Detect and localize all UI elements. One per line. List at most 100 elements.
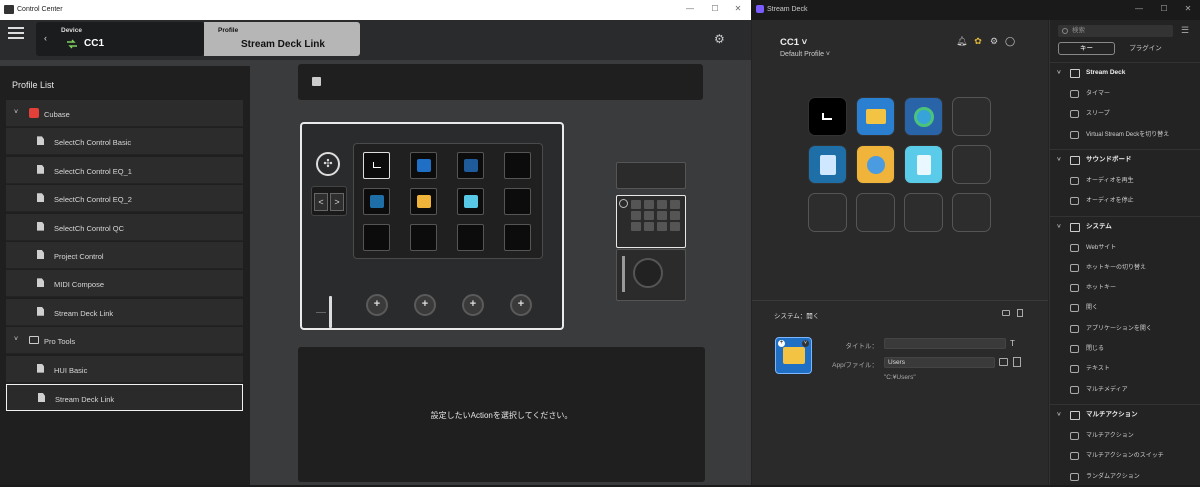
profile-row[interactable]: MIDI Compose (6, 270, 243, 298)
tab-plugins[interactable]: プラグイン (1117, 42, 1174, 55)
gear-icon[interactable]: ⚙ (714, 32, 725, 46)
menu-icon[interactable] (8, 27, 24, 39)
profile-name[interactable]: SelectCh Control EQ_2 (54, 195, 132, 204)
sd-profile-dropdown[interactable]: Default Profile ˅ (780, 51, 830, 58)
sd-action-item[interactable]: アプリケーションを開く (1049, 319, 1200, 339)
sd-key[interactable] (856, 145, 895, 184)
selected-key-icon[interactable]: + ˅ (775, 337, 812, 374)
sd-category[interactable]: ˅ システム (1049, 215, 1200, 237)
profile-row[interactable]: Project Control (6, 242, 243, 269)
nav-right-button[interactable]: > (330, 193, 344, 211)
tab-keys[interactable]: キー (1058, 42, 1115, 55)
device-key[interactable] (457, 188, 484, 215)
device-key[interactable] (410, 224, 437, 251)
device-thumb-mixer[interactable] (616, 162, 686, 189)
chevron-down-icon[interactable]: ˅ (1057, 63, 1061, 83)
sd-key[interactable] (952, 193, 991, 232)
device-key[interactable] (410, 188, 437, 215)
device-key[interactable] (504, 152, 531, 179)
profile-name[interactable]: Stream Deck Link (55, 395, 114, 404)
dropdown-icon[interactable]: ˅ (802, 340, 809, 347)
sd-action-item[interactable]: ホットキーの切り替え (1049, 258, 1200, 278)
maximize-button[interactable]: ☐ (709, 4, 721, 13)
device-thumb-controller[interactable] (616, 249, 686, 301)
profile-row[interactable]: SelectCh Control EQ_2 (6, 185, 243, 213)
app-file-input[interactable]: Users (884, 357, 995, 368)
profile-selector[interactable]: Profile Stream Deck Link (204, 22, 360, 56)
account-icon[interactable]: ◯ (1005, 36, 1015, 46)
sd-action-item[interactable]: マルチメディア (1049, 380, 1200, 400)
sd-maximize-button[interactable]: ☐ (1158, 4, 1170, 13)
sd-action-item[interactable]: テキスト (1049, 359, 1200, 379)
sd-close-button[interactable]: ✕ (1182, 4, 1194, 13)
sd-key[interactable] (808, 97, 847, 136)
device-key[interactable] (504, 224, 531, 251)
sd-search-input[interactable]: 検索 (1058, 25, 1173, 37)
sd-key[interactable] (904, 145, 943, 184)
plus-icon[interactable]: + (778, 340, 785, 347)
sd-key[interactable] (808, 145, 847, 184)
sd-action-item[interactable]: マルチアクションのスイッチ (1049, 446, 1200, 466)
profile-row[interactable]: ˅ Cubase (6, 100, 243, 127)
sd-key[interactable] (856, 193, 895, 232)
device-key[interactable] (504, 188, 531, 215)
profile-row[interactable]: Stream Deck Link (6, 298, 243, 326)
profile-name[interactable]: SelectCh Control QC (54, 224, 124, 233)
profile-name[interactable]: Project Control (54, 252, 104, 261)
sd-key[interactable] (808, 193, 847, 232)
profile-row[interactable]: SelectCh Control QC (6, 213, 243, 241)
device-key[interactable] (457, 152, 484, 179)
sd-action-item[interactable]: 開く (1049, 298, 1200, 318)
sd-action-item[interactable]: マルチアクション (1049, 426, 1200, 446)
chevron-down-icon[interactable]: ˅ (1057, 217, 1061, 237)
profile-name[interactable]: Cubase (44, 110, 70, 119)
device-key[interactable] (363, 152, 390, 179)
sd-action-item[interactable]: オーディオを再生 (1049, 171, 1200, 191)
profile-name[interactable]: HUI Basic (54, 366, 87, 375)
device-thumb-streamdeck[interactable] (616, 195, 686, 248)
sd-key[interactable] (904, 97, 943, 136)
profile-name[interactable]: Pro Tools (44, 337, 75, 346)
sd-category[interactable]: ˅ マルチアクション (1049, 403, 1200, 425)
marketplace-icon[interactable]: ✿ (973, 36, 983, 46)
sd-key[interactable] (856, 97, 895, 136)
sd-action-item[interactable]: タイマー (1049, 84, 1200, 104)
device-key[interactable] (363, 224, 390, 251)
profile-row[interactable]: HUI Basic (6, 355, 243, 383)
sd-action-item[interactable]: 閉じる (1049, 339, 1200, 359)
nav-left-button[interactable]: < (314, 193, 328, 211)
profile-row[interactable]: Stream Deck Link (6, 384, 243, 411)
knob-button[interactable]: + (510, 294, 532, 316)
sd-action-item[interactable]: スリープ (1049, 104, 1200, 124)
knob-button[interactable]: + (366, 294, 388, 316)
profile-row[interactable]: ˅ Pro Tools (6, 327, 243, 355)
device-key[interactable] (363, 188, 390, 215)
back-chevron-icon[interactable]: ‹ (44, 33, 47, 43)
browse-folder-icon[interactable] (999, 358, 1008, 366)
chevron-down-icon[interactable]: ˅ (14, 336, 18, 343)
sd-device-dropdown[interactable]: CC1 ˅ (780, 37, 807, 48)
profile-row[interactable]: SelectCh Control Basic (6, 128, 243, 156)
profile-name[interactable]: SelectCh Control EQ_1 (54, 167, 132, 176)
knob-button[interactable]: + (414, 294, 436, 316)
device-key[interactable] (457, 224, 484, 251)
profile-name[interactable]: Stream Deck Link (54, 309, 113, 318)
profile-row[interactable]: SelectCh Control EQ_1 (6, 156, 243, 184)
bell-icon[interactable]: 🔔︎ (956, 36, 967, 46)
sd-category[interactable]: ˅ サウンドボード (1049, 148, 1200, 170)
sd-key[interactable] (952, 97, 991, 136)
chevron-down-icon[interactable]: ˅ (1057, 405, 1061, 425)
knob-button[interactable]: + (462, 294, 484, 316)
sd-action-item[interactable]: オーディオを停止 (1049, 191, 1200, 211)
device-selector[interactable]: ‹ Device CC1 (36, 22, 204, 56)
sd-gear-icon[interactable]: ⚙ (989, 36, 999, 46)
device-key[interactable] (410, 152, 437, 179)
title-input[interactable] (884, 338, 1006, 349)
edit-icon[interactable] (312, 77, 321, 86)
sd-key[interactable] (904, 193, 943, 232)
sd-minimize-button[interactable]: — (1133, 4, 1145, 13)
folder-icon[interactable] (1002, 310, 1010, 316)
sd-action-item[interactable]: Virtual Stream Deckを切り替え (1049, 125, 1200, 145)
trash-icon[interactable] (1017, 309, 1023, 317)
minimize-button[interactable]: — (684, 4, 696, 13)
